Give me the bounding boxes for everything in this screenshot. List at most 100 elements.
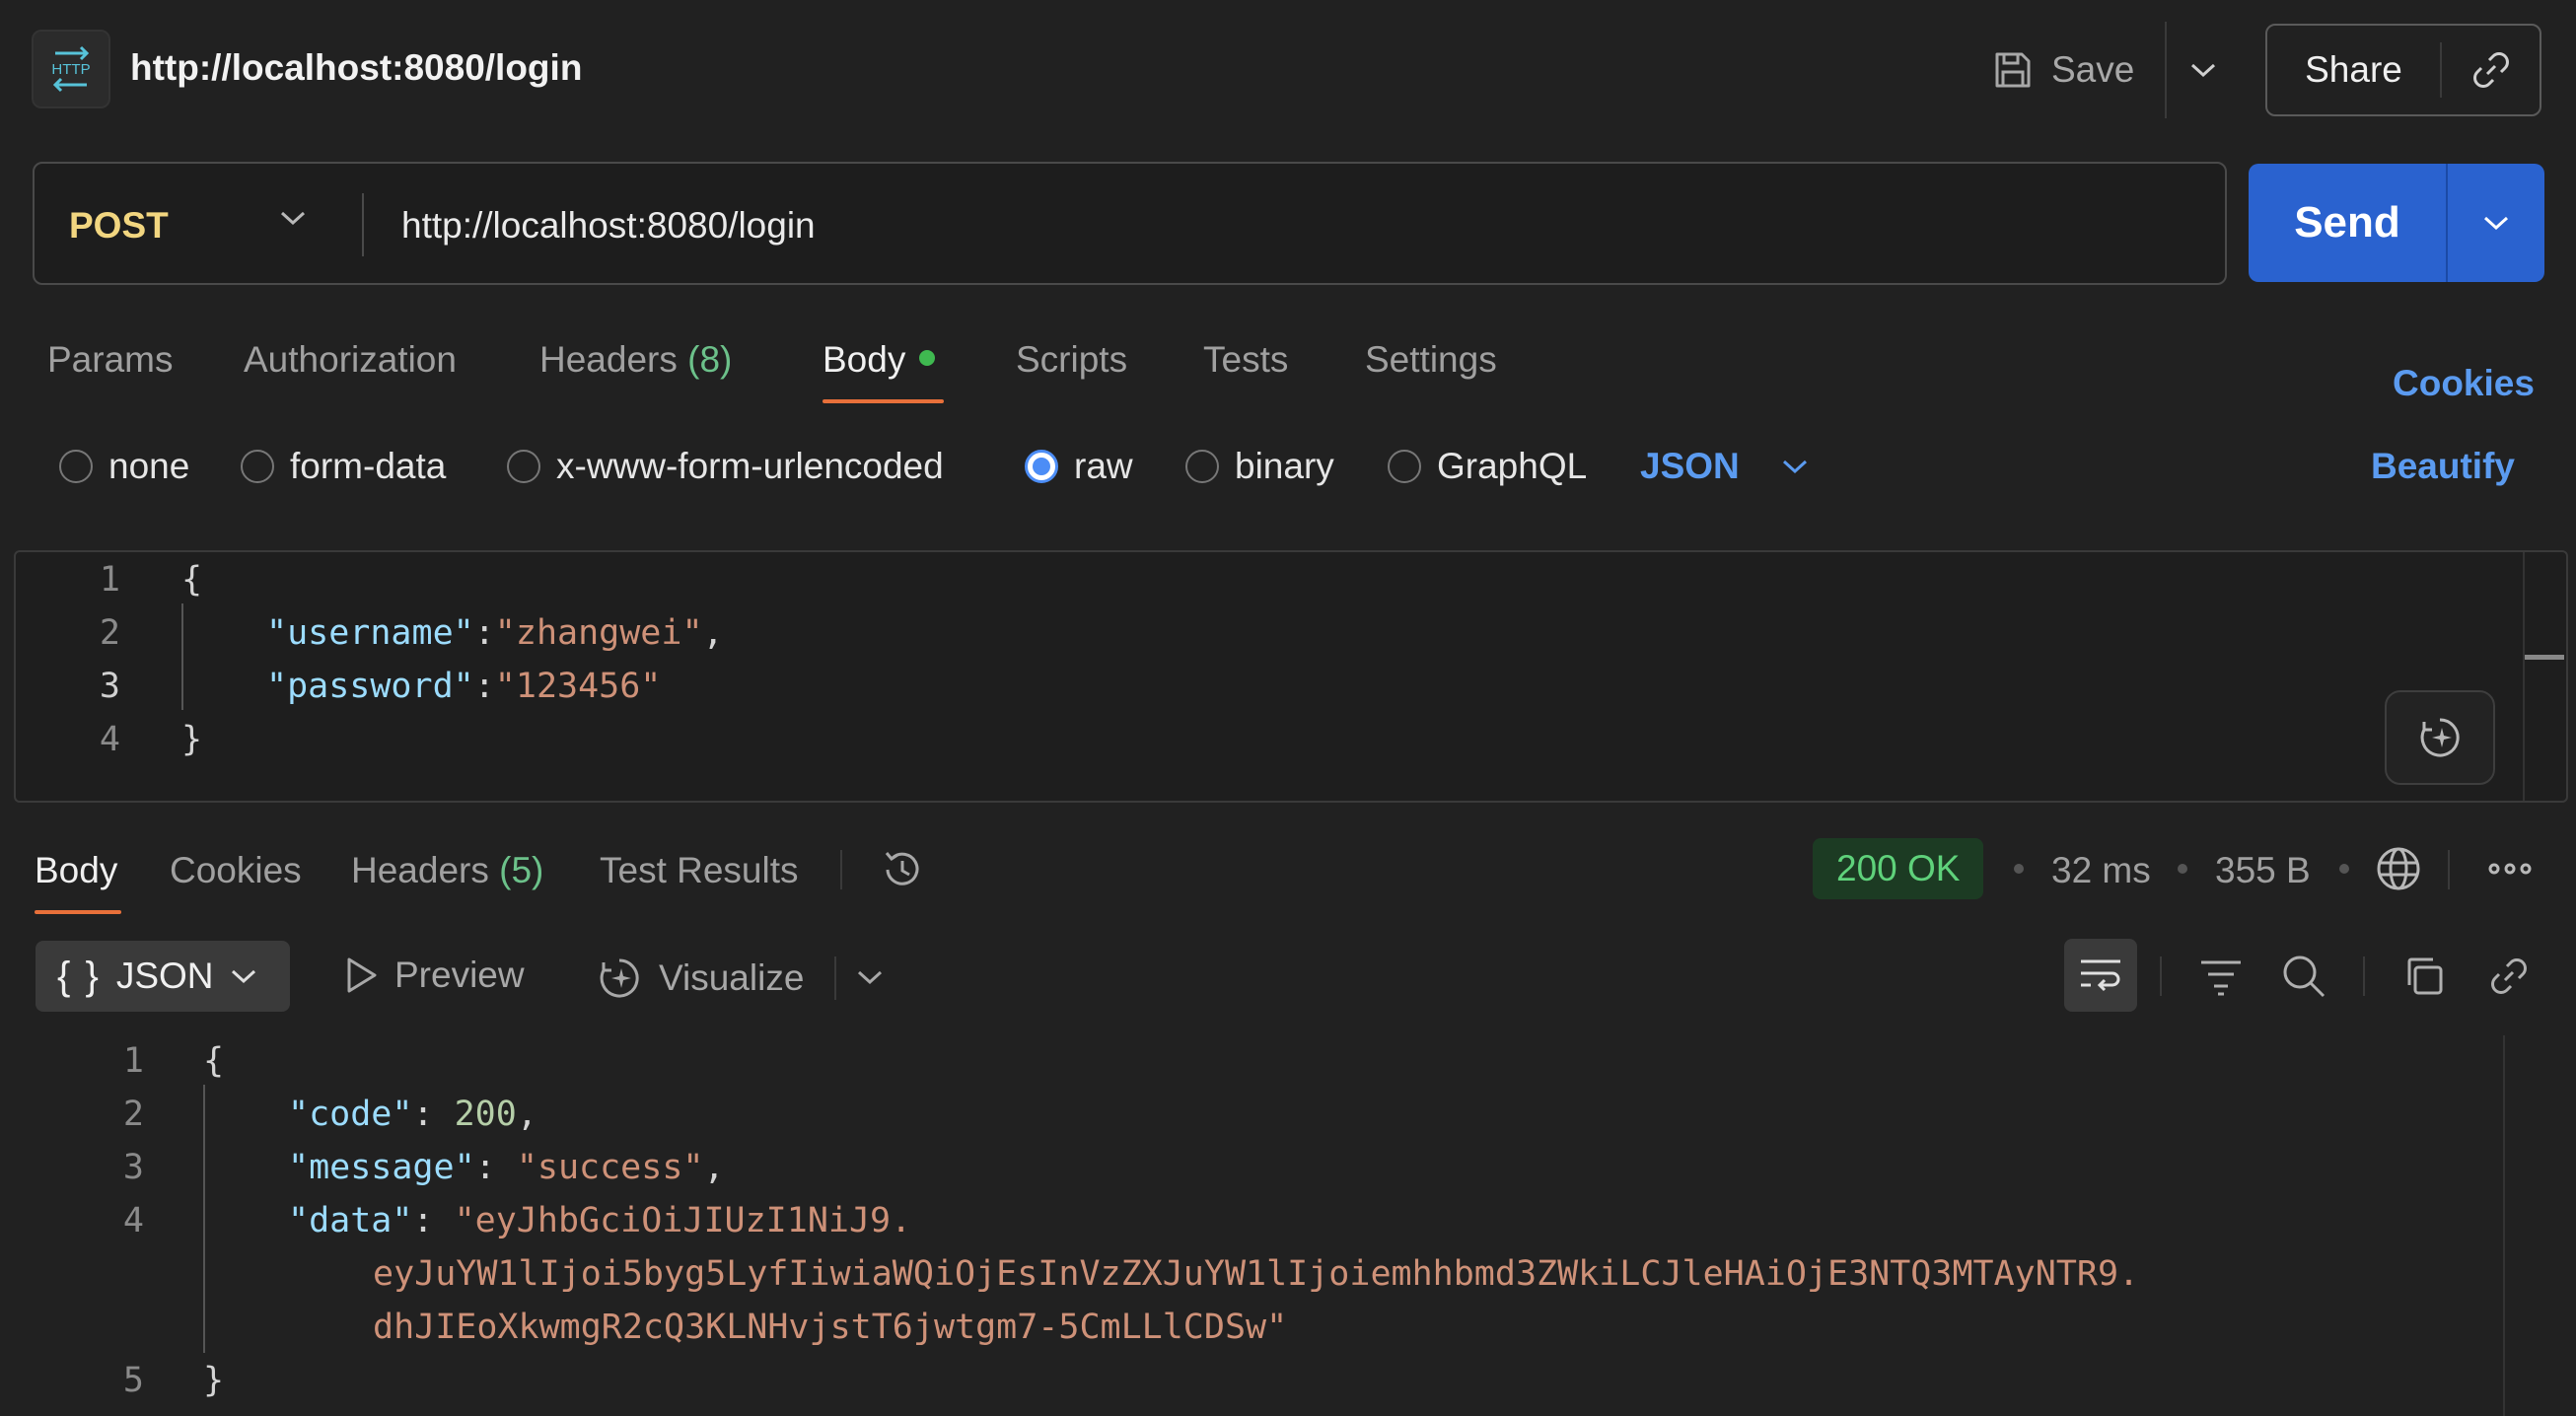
share-button[interactable]: Share bbox=[2265, 24, 2541, 116]
tab-authorization[interactable]: Authorization bbox=[244, 339, 457, 381]
request-title[interactable]: http://localhost:8080/login bbox=[130, 47, 582, 89]
code-brace: } bbox=[181, 720, 203, 759]
tab-body[interactable]: Body bbox=[823, 339, 936, 381]
method-select[interactable]: POST bbox=[69, 205, 169, 247]
divider bbox=[362, 193, 364, 256]
save-button[interactable]: Save bbox=[1992, 39, 2134, 101]
send-button[interactable]: Send bbox=[2249, 164, 2544, 282]
history-button[interactable] bbox=[878, 845, 927, 894]
body-type-form-data[interactable]: form-data bbox=[241, 442, 446, 491]
copy-icon bbox=[2407, 957, 2443, 995]
body-type-none[interactable]: none bbox=[59, 442, 189, 491]
json-key: "code" bbox=[288, 1095, 413, 1134]
line-number: 3 bbox=[122, 1148, 144, 1187]
line-number: 2 bbox=[122, 1095, 144, 1134]
url-input[interactable]: http://localhost:8080/login bbox=[401, 205, 816, 247]
tab-scripts[interactable]: Scripts bbox=[1016, 339, 1127, 381]
minimap-marker bbox=[2525, 655, 2564, 660]
modified-dot bbox=[919, 350, 936, 367]
response-tab-body[interactable]: Body bbox=[35, 850, 117, 891]
visualize-icon bbox=[600, 958, 639, 998]
response-tab-cookies[interactable]: Cookies bbox=[170, 850, 302, 891]
tab-params[interactable]: Params bbox=[47, 339, 173, 381]
code-line: "password":"123456" bbox=[266, 667, 662, 706]
response-format-select[interactable]: { } JSON bbox=[36, 941, 290, 1012]
search-button[interactable] bbox=[2274, 947, 2333, 1006]
line-number: 1 bbox=[122, 1041, 144, 1081]
save-options-button[interactable] bbox=[2180, 43, 2227, 97]
divider bbox=[2160, 956, 2162, 996]
link-icon bbox=[2472, 52, 2509, 88]
body-format-label: JSON bbox=[1640, 446, 1740, 486]
http-icon-glyph: HTTP bbox=[51, 45, 91, 93]
beautify-link[interactable]: Beautify bbox=[2371, 446, 2515, 487]
send-options-button[interactable] bbox=[2448, 214, 2544, 232]
wrap-icon bbox=[2081, 959, 2120, 992]
response-time[interactable]: 32 ms bbox=[2051, 850, 2151, 891]
response-tab-test-results[interactable]: Test Results bbox=[600, 850, 799, 891]
http-icon: HTTP bbox=[32, 30, 110, 108]
copy-link-button[interactable] bbox=[2442, 48, 2540, 92]
tab-tests[interactable]: Tests bbox=[1203, 339, 1288, 381]
json-key: "username" bbox=[266, 613, 474, 653]
radio-binary[interactable] bbox=[1185, 450, 1219, 483]
ai-assist-button[interactable] bbox=[2385, 690, 2495, 785]
radio-form-data[interactable] bbox=[241, 450, 274, 483]
active-tab-indicator bbox=[823, 399, 944, 403]
radio-raw[interactable] bbox=[1025, 450, 1058, 483]
line-number: 3 bbox=[99, 667, 120, 706]
body-format-select[interactable]: JSON bbox=[1640, 442, 1809, 491]
preview-button[interactable]: Preview bbox=[343, 955, 525, 996]
response-tab-headers-count: (5) bbox=[499, 850, 544, 890]
json-string: "123456" bbox=[494, 667, 662, 706]
radio-graphql[interactable] bbox=[1388, 450, 1421, 483]
tab-body-label: Body bbox=[823, 339, 906, 380]
radio-none[interactable] bbox=[59, 450, 93, 483]
braces-icon: { } bbox=[57, 954, 101, 998]
json-string-continuation: eyJuYW1lIjoi5byg5LyfIiwiaWQiOjEsInVzZXJu… bbox=[373, 1254, 2140, 1294]
radio-form-data-label: form-data bbox=[290, 446, 447, 486]
save-icon bbox=[1995, 52, 2031, 88]
code-brace: } bbox=[203, 1361, 225, 1400]
copy-button[interactable] bbox=[2395, 947, 2454, 1006]
preview-label: Preview bbox=[394, 955, 525, 995]
line-number: 5 bbox=[122, 1361, 144, 1400]
response-tab-headers[interactable]: Headers (5) bbox=[351, 850, 543, 891]
tab-settings[interactable]: Settings bbox=[1365, 339, 1497, 381]
divider bbox=[2363, 956, 2365, 996]
json-key: "password" bbox=[266, 667, 474, 706]
save-label: Save bbox=[2051, 49, 2135, 90]
json-string-continuation: dhJIEoXkwmgR2cQ3KLNHvjstT6jwtgm7-5CmLLlC… bbox=[373, 1308, 1288, 1347]
radio-urlencoded[interactable] bbox=[507, 450, 540, 483]
url-bar: POST http://localhost:8080/login bbox=[33, 162, 2227, 285]
separator-dot bbox=[2339, 864, 2349, 874]
body-type-graphql[interactable]: GraphQL bbox=[1388, 442, 1587, 491]
status-badge[interactable]: 200 OK bbox=[1813, 838, 1984, 899]
copy-link-button[interactable] bbox=[2479, 947, 2539, 1006]
response-scrollbar[interactable] bbox=[2503, 1035, 2505, 1416]
response-size[interactable]: 355 B bbox=[2215, 850, 2311, 891]
tab-headers-count: (8) bbox=[687, 339, 733, 380]
editor-scrollbar[interactable] bbox=[2523, 552, 2525, 801]
body-type-binary[interactable]: binary bbox=[1185, 442, 1334, 491]
chevron-down-icon bbox=[2190, 63, 2216, 78]
visualize-button[interactable]: Visualize bbox=[596, 955, 804, 1002]
send-label: Send bbox=[2294, 198, 2400, 247]
response-tab-headers-label: Headers bbox=[351, 850, 489, 890]
cookies-link[interactable]: Cookies bbox=[2393, 363, 2535, 404]
search-icon bbox=[2283, 956, 2326, 998]
more-options-button[interactable] bbox=[2487, 856, 2533, 882]
body-type-urlencoded[interactable]: x-www-form-urlencoded bbox=[507, 442, 944, 491]
radio-graphql-label: GraphQL bbox=[1437, 446, 1588, 486]
chevron-down-icon[interactable] bbox=[279, 209, 307, 227]
json-string: "eyJhbGciOiJIUzI1NiJ9. bbox=[454, 1201, 912, 1240]
visualize-options-button[interactable] bbox=[856, 968, 884, 986]
json-key: "data" bbox=[288, 1201, 413, 1240]
body-type-raw[interactable]: raw bbox=[1025, 442, 1133, 491]
tab-headers[interactable]: Headers (8) bbox=[539, 339, 732, 381]
network-info-button[interactable] bbox=[2374, 844, 2423, 893]
wrap-lines-button[interactable] bbox=[2064, 939, 2137, 1012]
json-key: "message" bbox=[288, 1148, 475, 1187]
filter-button[interactable] bbox=[2191, 947, 2251, 1006]
filter-icon bbox=[2201, 960, 2241, 996]
